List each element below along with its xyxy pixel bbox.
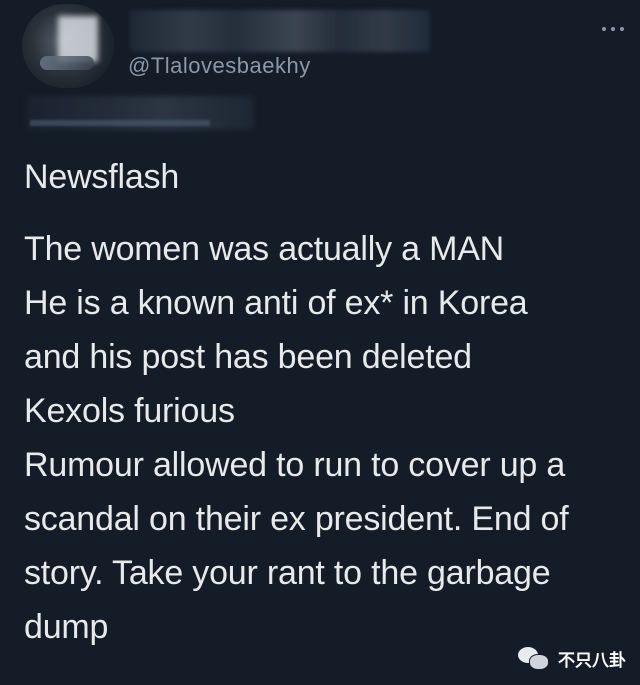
display-name-redacted xyxy=(130,10,430,52)
user-handle[interactable]: @Tlalovesbaekhy xyxy=(128,53,311,79)
tweet-text-line: The women was actually a MAN xyxy=(24,230,505,268)
tweet-text-line: story. Take your rant to the garbage xyxy=(24,554,551,592)
more-horizontal-icon[interactable] xyxy=(598,22,624,36)
tweet-header: @Tlalovesbaekhy xyxy=(0,0,640,140)
tweet-text-line: and his post has been deleted xyxy=(24,338,472,376)
more-dot xyxy=(620,27,624,31)
tweet-text-line: scandal on their ex president. End of xyxy=(24,500,569,538)
tweet-text-line: Rumour allowed to run to cover up a xyxy=(24,446,566,484)
tweet-text-line: Kexols furious xyxy=(24,392,235,430)
watermark-text: 不只八卦 xyxy=(558,651,626,671)
more-dot xyxy=(602,27,606,31)
watermark: 不只八卦 xyxy=(518,646,626,671)
wechat-icon xyxy=(518,646,550,671)
reply-context-link-redacted xyxy=(30,120,210,126)
tweet-card: @Tlalovesbaekhy Newsflash The women was … xyxy=(0,0,640,685)
avatar-image-detail xyxy=(40,56,94,70)
more-dot xyxy=(611,27,615,31)
tweet-text-line: He is a known anti of ex* in Korea xyxy=(24,284,528,322)
tweet-text: Newsflash The women was actually a MAN H… xyxy=(24,150,624,654)
tweet-text-line: Newsflash xyxy=(24,158,180,196)
avatar[interactable] xyxy=(22,4,114,88)
